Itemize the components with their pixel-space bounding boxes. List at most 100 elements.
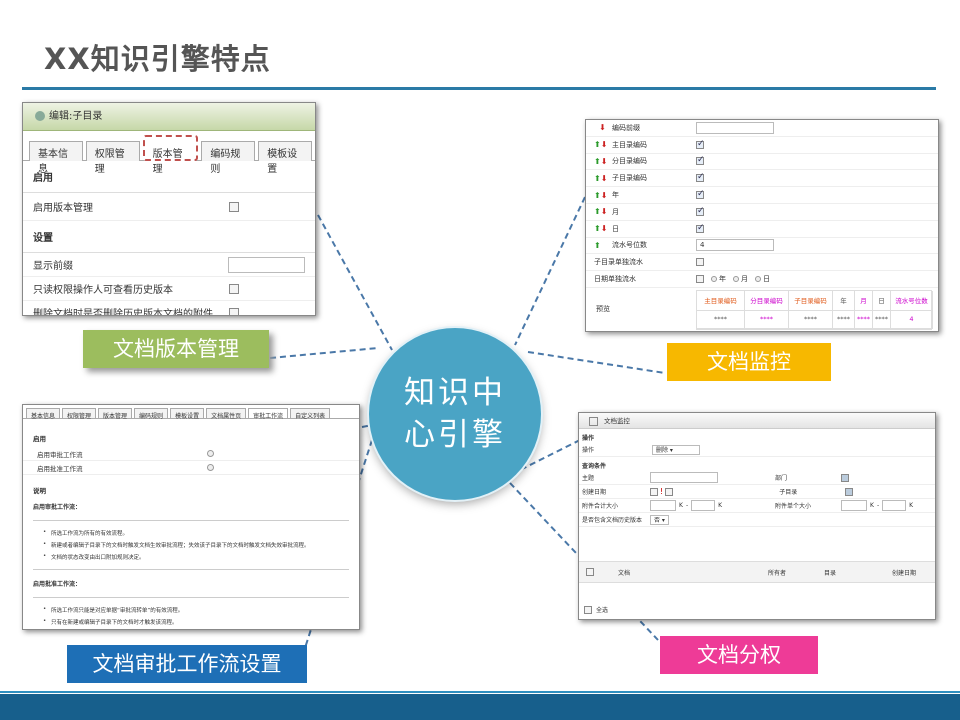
attach-single-min[interactable]	[841, 500, 868, 511]
attach-total-min[interactable]	[650, 500, 676, 511]
row-readonly-history: 只读权限操作人可查看历史版本	[23, 277, 315, 301]
version-panel-screenshot: 编辑:子目录 基本信息 权限管理 版本管理 编码规则 模板设置 启用 启用版本管…	[22, 102, 316, 316]
attach-single-max[interactable]	[882, 500, 907, 511]
show-prefix-label: 显示前缀	[33, 261, 73, 272]
tab-template[interactable]: 模板设置	[258, 141, 312, 175]
footer-bar	[0, 691, 960, 720]
tab-basic-info[interactable]: 基本信息	[29, 141, 83, 175]
monitor-row-input[interactable]	[696, 121, 774, 134]
wf-tab[interactable]: 文档属性页	[206, 408, 247, 420]
preview-table: 主目录编码 分目录编码 子目录编码年月日流水号位数 **** **** **** **** *…	[696, 290, 933, 330]
wf-tab[interactable]: 模板设置	[170, 408, 205, 420]
include-history-select[interactable]: 否 ▾	[650, 514, 669, 525]
date-option-radio[interactable]	[711, 276, 717, 283]
unit-k: K	[870, 502, 874, 509]
enable-version-checkbox[interactable]	[229, 201, 239, 212]
subdir-label: 子目录	[779, 489, 798, 496]
subdir-picker-icon[interactable]	[845, 487, 854, 496]
arrow-up-icon[interactable]: ⬆	[594, 224, 601, 233]
enable-approval-radio[interactable]	[207, 450, 214, 457]
arrow-down-icon[interactable]: ⬇	[601, 207, 608, 216]
panel-title: 编辑:子目录	[49, 111, 103, 122]
arrow-down-icon[interactable]: ⬇	[601, 191, 608, 200]
circle-line-1: 知识中	[404, 375, 506, 411]
monitor-row-label: 分目录编码	[612, 157, 647, 166]
preview-header: 年	[833, 291, 855, 311]
line-to-version-panel	[317, 214, 393, 351]
wf-tab[interactable]: 权限管理	[62, 408, 97, 420]
monitor-row-checkbox[interactable]	[696, 275, 704, 284]
enable-batch-label: 启用批准工作流	[37, 464, 83, 473]
enable-batch-radio[interactable]	[207, 464, 214, 471]
arrow-down-icon[interactable]: ⬇	[599, 123, 606, 132]
circle-line-2: 心引擎	[404, 417, 506, 453]
wf-tab[interactable]: 自定义列表	[290, 408, 331, 420]
attach-total-max[interactable]	[691, 500, 716, 511]
label-version-management: 文档版本管理	[83, 330, 269, 368]
arrow-up-icon[interactable]: ⬆	[594, 191, 601, 200]
calendar-icon[interactable]	[650, 487, 658, 496]
line-to-monitor-label	[527, 351, 666, 374]
date-option-radio[interactable]	[755, 276, 761, 283]
show-prefix-input[interactable]	[227, 256, 305, 273]
monitor-row: ⬆⬇ 分目录编码	[586, 154, 938, 171]
arrow-down-icon[interactable]: ⬇	[601, 140, 608, 149]
section-settings: 设置	[23, 221, 315, 253]
monitor-row-checkbox[interactable]	[696, 206, 705, 216]
arrow-up-icon[interactable]: ⬆	[594, 174, 601, 183]
arrow-down-icon[interactable]: ⬇	[601, 224, 608, 233]
dept-label: 部门	[775, 475, 788, 482]
select-all-checkbox[interactable]	[584, 605, 592, 614]
row-subject: 主题 部门	[579, 471, 935, 485]
date-option-radio[interactable]	[733, 276, 739, 283]
monitor-row-checkbox[interactable]	[696, 172, 705, 183]
preview-header: 子目录编码	[789, 291, 833, 311]
monitor-row-label: 子目录单独流水	[594, 258, 643, 267]
monitor-row-checkbox[interactable]	[696, 223, 705, 233]
arrow-up-icon[interactable]: ⬆	[594, 157, 601, 166]
wf-tab[interactable]: 版本管理	[98, 408, 133, 420]
dept-picker-icon[interactable]	[841, 473, 849, 482]
knowledge-engine-circle: 知识中 心引擎	[369, 328, 541, 500]
description-item: 所选工作流只能是对应单据“审批流转单”的有效流程。	[23, 604, 359, 616]
monitor-row-checkbox[interactable]	[696, 155, 705, 166]
arrow-down-icon[interactable]: ⬇	[601, 174, 608, 183]
operation-select[interactable]: 删除 ▾	[652, 444, 700, 455]
monitor-row-checkbox[interactable]	[696, 258, 704, 267]
row-delete-history: 删除文档时是否删除历史版本文档的附件	[23, 301, 315, 315]
tab-permission[interactable]: 权限管理	[85, 141, 140, 175]
workflow-panel-screenshot: 基本信息 权限管理 版本管理 编码规则 模板设置 文档属性页 审批工作流 自定义列表 启用 启…	[22, 404, 360, 630]
monitor-row-checkbox[interactable]	[696, 189, 705, 200]
monitor-row-input[interactable]: 4	[696, 239, 774, 252]
arrow-up-icon[interactable]: ⬆	[594, 241, 601, 250]
subject-input[interactable]	[650, 472, 718, 483]
tab-code-rules[interactable]: 编码规则	[201, 141, 256, 175]
operation-label: 操作	[582, 447, 595, 454]
monitor-row: ⬇ 编码前缀	[586, 120, 938, 137]
monitor-row-label: 日期单独流水	[594, 275, 636, 284]
arrow-up-icon[interactable]: ⬆	[594, 140, 601, 149]
arrow-down-icon[interactable]: ⬇	[601, 157, 608, 166]
monitor-row-checkbox[interactable]	[696, 139, 705, 149]
operation-value: 删除	[656, 446, 669, 454]
permission-panel-title: 文档监控	[604, 417, 630, 425]
enable-approval-label: 启用审批工作流	[37, 450, 83, 459]
header-checkbox[interactable]	[586, 568, 594, 576]
readonly-history-checkbox[interactable]	[229, 283, 239, 294]
wf-tab[interactable]: 审批工作流	[248, 408, 289, 420]
preview-header: 日	[873, 291, 891, 311]
table-footer: 全选	[579, 599, 935, 619]
preview-header: 主目录编码	[697, 291, 745, 311]
arrow-up-icon[interactable]: ⬆	[594, 207, 601, 216]
delete-history-checkbox[interactable]	[229, 307, 239, 315]
document-table-header: 文档 所有者 目录 创建日期	[579, 561, 935, 583]
wf-tab[interactable]: 基本信息	[26, 408, 61, 420]
preview-value: ****	[697, 311, 745, 329]
wf-tab[interactable]: 编码规则	[134, 408, 169, 420]
approval-list: 所选工作流为所有的有效流程。新建或者编辑子目录下的文档时触发文档生效审批流程；失…	[23, 527, 359, 563]
tab-version[interactable]: 版本管理	[142, 135, 199, 175]
calendar-icon[interactable]	[665, 487, 674, 496]
date-option-label: 日	[763, 275, 770, 284]
version-panel-header: 编辑:子目录	[23, 103, 315, 131]
date-option-label: 月	[741, 275, 748, 284]
